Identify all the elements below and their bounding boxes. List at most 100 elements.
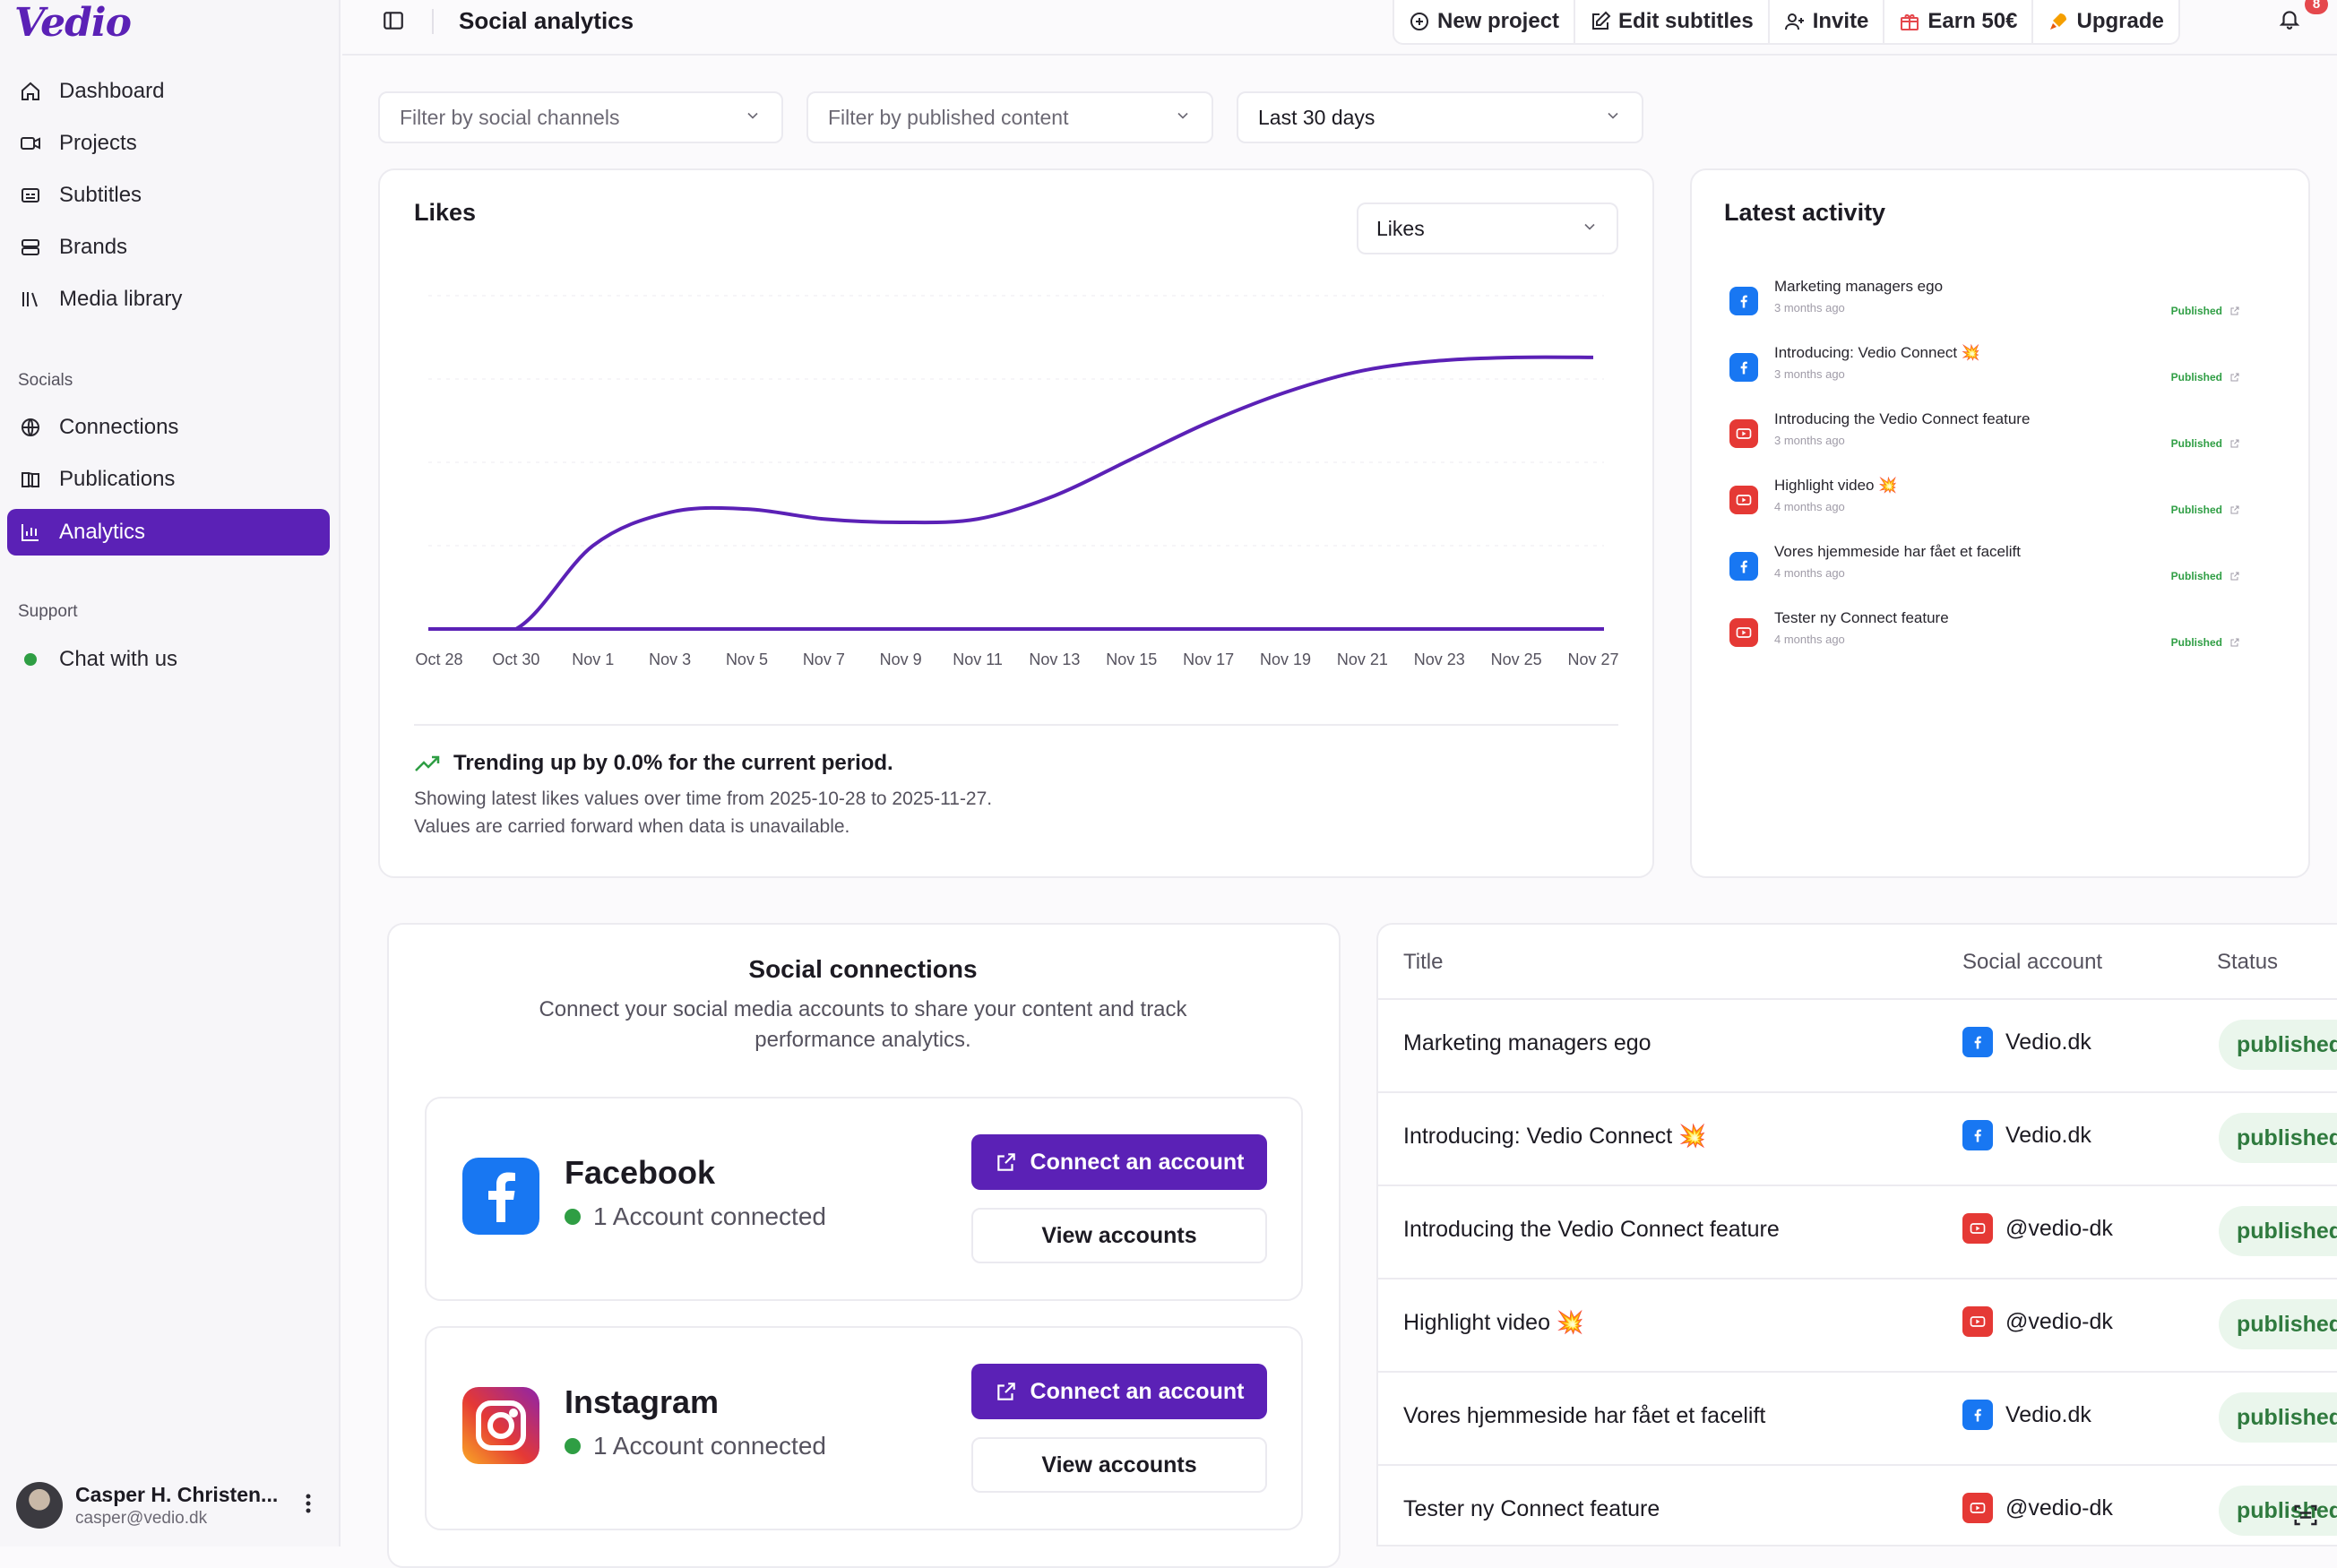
divider	[414, 724, 1618, 726]
external-link-icon	[2229, 571, 2240, 582]
table-row[interactable]: Tester ny Connect feature @vedio-dk publis…	[1378, 1464, 2337, 1545]
activity-item[interactable]: Introducing the Vedio Connect feature 3 m…	[1729, 410, 2249, 470]
status-badge: published	[2219, 1113, 2337, 1163]
row-social-account: @vedio-dk	[1962, 1306, 2113, 1337]
account-name: @vedio-dk	[2005, 1495, 2113, 1521]
table-row[interactable]: Vores hjemmeside har fået et facelift Ved…	[1378, 1371, 2337, 1464]
row-title: Marketing managers ego	[1403, 1030, 1651, 1055]
activity-item[interactable]: Introducing: Vedio Connect 💥 3 months ago…	[1729, 344, 2249, 403]
connect-label: Connect an account	[1030, 1378, 1245, 1404]
account-name: Vedio.dk	[2005, 1401, 2091, 1427]
instagram-connect-button[interactable]: Connect an account	[971, 1364, 1267, 1419]
status-label: Published	[2170, 636, 2222, 649]
activity-status[interactable]: Published	[2171, 305, 2240, 317]
subtitle-line1: Connect your social media accounts to sh…	[539, 997, 1187, 1021]
row-title: Tester ny Connect feature	[1403, 1496, 1660, 1521]
likes-series-line	[438, 355, 1594, 632]
external-link-icon	[2229, 438, 2240, 449]
external-link-icon	[995, 1150, 1018, 1174]
activity-title: Introducing: Vedio Connect 💥	[1774, 344, 1981, 361]
activity-item[interactable]: Highlight video 💥 4 months ago Published	[1729, 477, 2249, 536]
chart-note-line1: Showing latest likes values over time fr…	[414, 788, 993, 809]
youtube-icon	[1962, 1493, 1993, 1523]
instagram-count-label: 1 Account connected	[593, 1432, 826, 1460]
status-dot	[565, 1438, 581, 1454]
activity-time: 4 months ago	[1774, 500, 1845, 513]
activity-item[interactable]: Tester ny Connect feature 4 months ago Pub…	[1729, 609, 2249, 668]
activity-title: Introducing the Vedio Connect feature	[1774, 410, 2031, 427]
x-tick-label: Nov 3	[649, 650, 692, 668]
x-tick-label: Nov 21	[1336, 650, 1388, 668]
activity-title: Marketing managers ego	[1774, 278, 1944, 295]
youtube-icon	[1729, 486, 1758, 514]
status-label: Published	[2170, 570, 2222, 582]
facebook-connect-button[interactable]: Connect an account	[971, 1134, 1267, 1190]
social-connections-subtitle: Connect your social media accounts to sh…	[466, 995, 1260, 1055]
activity-time: 4 months ago	[1774, 633, 1845, 646]
activity-status[interactable]: Published	[2171, 636, 2240, 649]
connect-label: Connect an account	[1030, 1149, 1245, 1175]
row-title: Vores hjemmeside har fået et facelift	[1403, 1403, 1766, 1428]
external-link-icon	[2229, 504, 2240, 515]
external-link-icon	[2229, 306, 2240, 316]
external-link-icon	[995, 1380, 1018, 1403]
x-tick-label: Nov 1	[572, 650, 615, 668]
trend-summary: Trending up by 0.0% for the current peri…	[414, 751, 893, 776]
x-tick-label: Nov 15	[1106, 650, 1158, 668]
status-label: Published	[2170, 371, 2222, 383]
account-name: @vedio-dk	[2005, 1215, 2113, 1241]
table-row[interactable]: Introducing the Vedio Connect feature @ve…	[1378, 1185, 2337, 1278]
x-tick-label: Nov 5	[725, 650, 768, 668]
activity-time: 4 months ago	[1774, 566, 1845, 580]
status-label: Published	[2170, 504, 2222, 516]
x-tick-label: Nov 25	[1490, 650, 1542, 668]
x-tick-label: Oct 28	[415, 650, 463, 668]
facebook-count-label: 1 Account connected	[593, 1202, 826, 1230]
x-tick-label: Oct 30	[492, 650, 540, 668]
x-tick-label: Nov 17	[1183, 650, 1235, 668]
facebook-connection-card: Facebook 1 Account connected Connect an …	[425, 1097, 1303, 1301]
column-header-status[interactable]: Status	[2217, 950, 2278, 975]
column-header-title[interactable]: Title	[1403, 950, 1443, 975]
status-badge: published	[2219, 1206, 2337, 1256]
status-dot	[565, 1209, 581, 1225]
x-tick-label: Nov 7	[802, 650, 845, 668]
activity-status[interactable]: Published	[2171, 371, 2240, 383]
table-row[interactable]: Introducing: Vedio Connect 💥 Vedio.dk publ…	[1378, 1091, 2337, 1185]
facebook-view-accounts-button[interactable]: View accounts	[971, 1208, 1267, 1263]
row-social-account: Vedio.dk	[1962, 1027, 2091, 1057]
activity-title: Vores hjemmeside har fået et facelift	[1774, 543, 2021, 560]
activity-status[interactable]: Published	[2171, 437, 2240, 450]
activity-status[interactable]: Published	[2171, 504, 2240, 516]
youtube-icon	[1962, 1213, 1993, 1244]
instagram-view-accounts-button[interactable]: View accounts	[971, 1437, 1267, 1493]
facebook-icon	[1729, 353, 1758, 382]
activity-title: Tester ny Connect feature	[1774, 609, 1949, 626]
facebook-name: Facebook	[565, 1154, 716, 1191]
account-name: Vedio.dk	[2005, 1029, 2091, 1055]
row-title: Introducing the Vedio Connect feature	[1403, 1217, 1780, 1242]
x-tick-label: Nov 19	[1260, 650, 1312, 668]
external-link-icon	[2229, 372, 2240, 383]
table-row[interactable]: Highlight video 💥 @vedio-dk published	[1378, 1278, 2337, 1371]
facebook-icon	[1962, 1027, 1993, 1057]
column-header-social-account[interactable]: Social account	[1962, 950, 2102, 975]
activity-item[interactable]: Marketing managers ego 3 months ago Publis…	[1729, 278, 2249, 337]
activity-status[interactable]: Published	[2171, 570, 2240, 582]
table-row[interactable]: Marketing managers ego Vedio.dk published	[1378, 998, 2337, 1091]
screen-capture-icon[interactable]	[2292, 1502, 2319, 1533]
activity-title: Highlight video 💥	[1774, 477, 1898, 494]
row-social-account: @vedio-dk	[1962, 1213, 2113, 1244]
status-badge: published	[2219, 1392, 2337, 1443]
activity-item[interactable]: Vores hjemmeside har fået et facelift 4 m…	[1729, 543, 2249, 602]
row-title: Highlight video 💥	[1403, 1310, 1585, 1335]
x-tick-label: Nov 27	[1567, 650, 1619, 668]
social-connections-title: Social connections	[748, 955, 978, 983]
row-social-account: Vedio.dk	[1962, 1400, 2091, 1430]
status-label: Published	[2170, 305, 2222, 317]
account-name: @vedio-dk	[2005, 1308, 2113, 1334]
facebook-icon	[1729, 552, 1758, 581]
row-social-account: @vedio-dk	[1962, 1493, 2113, 1523]
youtube-icon	[1962, 1306, 1993, 1337]
trending-up-icon	[414, 753, 441, 774]
